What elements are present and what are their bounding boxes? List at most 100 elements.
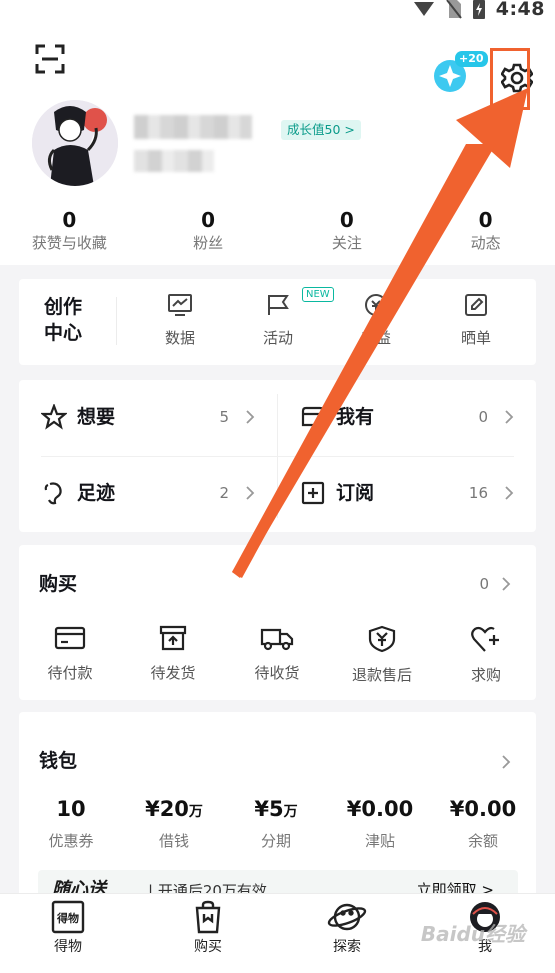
stat-label: 获赞与收藏 bbox=[31, 234, 107, 252]
wallet-amount: ¥20 bbox=[145, 797, 189, 821]
planet-icon bbox=[327, 903, 367, 931]
star-icon bbox=[41, 404, 67, 430]
svg-text:得物: 得物 bbox=[56, 911, 79, 925]
wallet-unit: 万 bbox=[283, 804, 298, 820]
chevron-right-icon bbox=[505, 486, 514, 500]
nav-home[interactable]: 得物 得物 bbox=[28, 900, 108, 956]
nav-label: 购买 bbox=[194, 939, 222, 955]
box-icon bbox=[159, 625, 187, 651]
wallet-installment[interactable]: ¥5万 分期 bbox=[226, 796, 326, 850]
plus-square-icon bbox=[301, 481, 325, 505]
creator-center-title[interactable]: 创作 中心 bbox=[44, 294, 82, 346]
heart-plus-icon bbox=[471, 626, 499, 652]
wallet-value: 10 bbox=[21, 796, 121, 825]
wallet-value: ¥20万 bbox=[124, 796, 224, 825]
have-cell[interactable]: 我有 0 bbox=[278, 380, 536, 456]
buy-item-label: 退款售后 bbox=[351, 666, 412, 684]
chevron-right-icon bbox=[246, 486, 255, 500]
wallet-value: ¥0.00 bbox=[330, 796, 430, 825]
nav-explore[interactable]: 探索 bbox=[307, 900, 387, 956]
stat-posts[interactable]: 0 动态 bbox=[416, 208, 555, 258]
wallet-amount: ¥0.00 bbox=[449, 797, 517, 821]
subscribe-cell[interactable]: 订阅 16 bbox=[278, 456, 536, 532]
userid-blurred bbox=[134, 150, 214, 172]
growth-value-badge[interactable]: 成长值50 > bbox=[281, 120, 361, 140]
stat-likes[interactable]: 0 获赞与收藏 bbox=[0, 208, 139, 258]
truck-icon bbox=[260, 628, 294, 651]
wallet-title[interactable]: 钱包 bbox=[39, 748, 77, 774]
collection-card: 想要 5 我有 0 足迹 2 订阅 16 bbox=[19, 380, 536, 532]
wallet-value: ¥5万 bbox=[226, 796, 326, 825]
avatar[interactable] bbox=[32, 100, 118, 186]
wallet-unit: 万 bbox=[188, 804, 203, 820]
settings-highlight-box bbox=[490, 48, 530, 110]
wallet-amount: 10 bbox=[56, 797, 86, 821]
creator-item-earnings[interactable]: 收益 bbox=[346, 293, 406, 347]
divider bbox=[116, 297, 117, 345]
chevron-right-icon bbox=[246, 410, 255, 424]
have-count: 0 bbox=[478, 408, 488, 426]
wallet-label: 余额 bbox=[467, 832, 498, 850]
buy-wanted[interactable]: 求购 bbox=[441, 625, 531, 684]
profile-header: +20 成长值50 > 0 获赞与收藏 0 粉丝 0 关注 0 动态 bbox=[0, 20, 555, 265]
wallet-coupons[interactable]: 10 优惠券 bbox=[21, 796, 121, 850]
creator-title-line2: 中心 bbox=[44, 322, 83, 344]
wallet-card: 钱包 10 优惠券 ¥20万 借钱 ¥5万 分期 ¥0.00 津贴 ¥0.00 … bbox=[19, 712, 536, 912]
wallet-balance[interactable]: ¥0.00 余额 bbox=[433, 796, 533, 850]
shield-yen-icon bbox=[368, 625, 396, 653]
card-icon bbox=[54, 626, 86, 650]
stat-value: 0 bbox=[339, 208, 354, 232]
footprint-count: 2 bbox=[219, 484, 229, 502]
coin-icon bbox=[365, 294, 387, 316]
buy-pending-shipment[interactable]: 待发货 bbox=[128, 625, 218, 682]
stat-value: 0 bbox=[62, 208, 77, 232]
subscribe-label: 订阅 bbox=[336, 482, 375, 504]
chevron-right-icon[interactable] bbox=[501, 754, 511, 770]
stat-value: 0 bbox=[201, 208, 216, 232]
buy-title[interactable]: 购买 bbox=[39, 571, 77, 597]
creator-item-label: 活动 bbox=[262, 329, 293, 347]
wallet-amount: ¥5 bbox=[254, 797, 284, 821]
chevron-right-icon bbox=[505, 410, 514, 424]
chart-icon bbox=[168, 294, 192, 316]
wallet-label: 优惠券 bbox=[48, 832, 94, 850]
stat-label: 粉丝 bbox=[193, 234, 224, 252]
buy-pending-receipt[interactable]: 待收货 bbox=[232, 625, 322, 682]
have-label: 我有 bbox=[336, 406, 375, 428]
footprint-cell[interactable]: 足迹 2 bbox=[19, 456, 277, 532]
chevron-right-icon[interactable] bbox=[501, 576, 511, 592]
creator-item-showcase[interactable]: 晒单 bbox=[446, 293, 506, 347]
status-bar: 4:48 bbox=[0, 0, 555, 20]
shopping-bag-icon bbox=[195, 900, 221, 934]
want-cell[interactable]: 想要 5 bbox=[19, 380, 277, 456]
status-time: 4:48 bbox=[495, 0, 545, 20]
creator-item-data[interactable]: 数据 bbox=[150, 293, 210, 347]
flag-icon bbox=[268, 295, 289, 315]
creator-item-label: 晒单 bbox=[460, 329, 491, 347]
buy-refund-service[interactable]: 退款售后 bbox=[337, 625, 427, 684]
wallet-allowance[interactable]: ¥0.00 津贴 bbox=[330, 796, 430, 850]
wallet-loan[interactable]: ¥20万 借钱 bbox=[124, 796, 224, 850]
creator-item-activity[interactable]: 活动 bbox=[248, 293, 308, 347]
baidu-watermark: Baidu经验 bbox=[420, 922, 525, 946]
username-blurred bbox=[134, 115, 252, 139]
buy-pending-payment[interactable]: 待付款 bbox=[25, 625, 115, 682]
creator-item-label: 数据 bbox=[164, 329, 195, 347]
gem-badge: +20 bbox=[455, 51, 488, 67]
stat-fans[interactable]: 0 粉丝 bbox=[139, 208, 278, 258]
stat-following[interactable]: 0 关注 bbox=[278, 208, 417, 258]
want-label: 想要 bbox=[77, 406, 116, 428]
nav-buy[interactable]: 购买 bbox=[168, 900, 248, 956]
status-icons: 4:48 bbox=[412, 0, 545, 20]
dewu-logo-icon: 得物 bbox=[51, 900, 85, 934]
buy-item-label: 求购 bbox=[470, 666, 501, 684]
stat-value: 0 bbox=[478, 208, 493, 232]
wallet-label: 津贴 bbox=[364, 832, 395, 850]
nav-label: 探索 bbox=[333, 939, 361, 955]
buy-item-label: 待收货 bbox=[254, 664, 300, 682]
nav-label: 得物 bbox=[54, 939, 82, 955]
scan-icon[interactable] bbox=[35, 44, 65, 74]
stat-label: 动态 bbox=[470, 234, 501, 252]
wallet-amount: ¥0.00 bbox=[346, 797, 414, 821]
wallet-value: ¥0.00 bbox=[433, 796, 533, 825]
